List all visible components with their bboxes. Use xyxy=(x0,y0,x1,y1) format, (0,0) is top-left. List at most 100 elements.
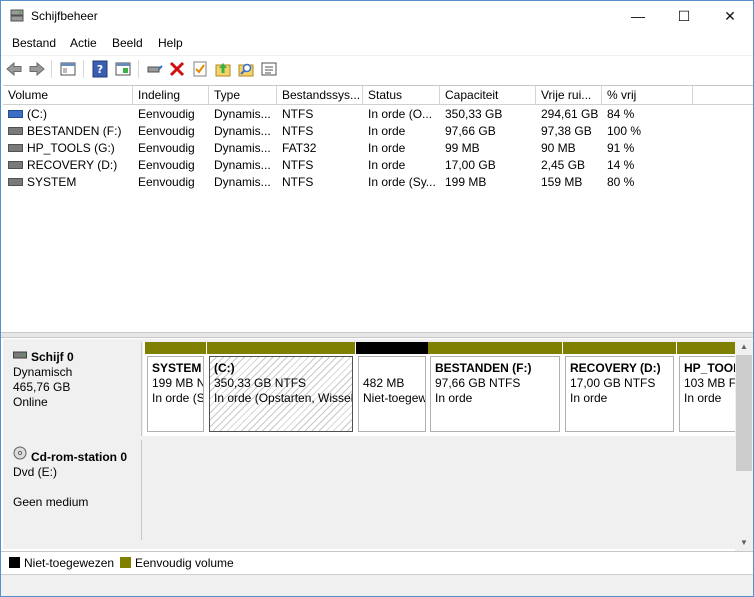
minimize-button[interactable]: — xyxy=(615,1,661,31)
partition-unallocated[interactable]: 482 MB Niet-toegewezen xyxy=(356,342,428,434)
filesystem-cell: NTFS xyxy=(282,175,314,189)
column-header-volume[interactable]: Volume xyxy=(3,86,133,104)
partition-name: RECOVERY (D:) xyxy=(570,361,661,375)
pane-splitter[interactable] xyxy=(1,332,753,338)
partition-bestanden[interactable]: BESTANDEN (F:) 97,66 GB NTFS In orde xyxy=(428,342,562,434)
cdrom-0-label[interactable]: Cd-rom-station 0 Dvd (E:) Geen medium xyxy=(5,440,142,540)
cdrom-0-state: Geen medium xyxy=(13,495,89,509)
filesystem-cell: NTFS xyxy=(282,124,314,138)
partition-c[interactable]: (C:) 350,33 GB NTFS In orde (Opstarten, … xyxy=(207,342,355,434)
volume-cell: SYSTEM xyxy=(3,174,133,191)
capacity-cell: 350,33 GB xyxy=(445,107,503,121)
table-row[interactable]: BESTANDEN (F:) Eenvoudig Dynamis... NTFS… xyxy=(3,123,753,140)
legend-swatch xyxy=(9,557,20,569)
menu-actie[interactable]: Actie xyxy=(70,36,97,50)
folder-up-icon[interactable] xyxy=(214,60,232,78)
connect-icon[interactable] xyxy=(146,60,164,78)
partition-system[interactable]: SYSTEM 199 MB NTFS In orde (Systeem xyxy=(145,342,206,434)
legend-bar: Niet-toegewezen Eenvoudig volume xyxy=(1,551,753,574)
partition-box: SYSTEM 199 MB NTFS In orde (Systeem xyxy=(147,356,204,432)
cdrom-0-name: Cd-rom-station 0 xyxy=(31,450,127,464)
column-header-capaciteit[interactable]: Capaciteit xyxy=(440,86,536,104)
partition-bar xyxy=(145,342,206,354)
list-icon[interactable] xyxy=(260,60,278,78)
menu-beeld[interactable]: Beeld xyxy=(112,36,143,50)
partition-box: 482 MB Niet-toegewezen xyxy=(358,356,426,432)
partition-name: HP_TOOLS (G:) xyxy=(684,361,735,375)
menu-help[interactable]: Help xyxy=(158,36,183,50)
table-row[interactable]: RECOVERY (D:) Eenvoudig Dynamis... NTFS … xyxy=(3,157,753,174)
partition-status: Niet-toegewezen xyxy=(363,391,426,405)
capacity-cell: 199 MB xyxy=(445,175,487,189)
legend-label: Niet-toegewezen xyxy=(24,556,115,570)
properties-icon[interactable] xyxy=(114,60,132,78)
help-icon[interactable]: ? xyxy=(91,60,109,78)
volume-name: SYSTEM xyxy=(27,175,77,189)
partition-bar xyxy=(677,342,735,354)
close-button[interactable]: ✕ xyxy=(707,1,753,31)
scroll-down-button[interactable]: ▼ xyxy=(735,535,753,551)
free-space-cell: 2,45 GB xyxy=(541,158,586,172)
disk-0-size: 465,76 GB xyxy=(13,380,71,394)
find-icon[interactable] xyxy=(237,60,255,78)
status-cell: In orde xyxy=(368,141,406,155)
graphical-view-scrollbar[interactable]: ▲ ▼ xyxy=(735,339,753,551)
svg-text:?: ? xyxy=(97,63,103,76)
volume-list[interactable]: Volume Indeling Type Bestandssys... Stat… xyxy=(3,85,753,332)
menu-bestand[interactable]: Bestand xyxy=(12,36,56,50)
console-tree-icon[interactable] xyxy=(59,60,77,78)
percent-free-cell: 91 % xyxy=(607,141,635,155)
volume-list-header: Volume Indeling Type Bestandssys... Stat… xyxy=(3,86,753,105)
status-cell: In orde (Sy... xyxy=(368,175,436,189)
capacity-cell: 17,00 GB xyxy=(445,158,496,172)
table-row[interactable]: HP_TOOLS (G:) Eenvoudig Dynamis... FAT32… xyxy=(3,140,753,157)
scroll-up-button[interactable]: ▲ xyxy=(735,339,753,355)
back-icon[interactable] xyxy=(5,60,23,78)
disk-management-icon xyxy=(10,9,24,22)
percent-free-cell: 84 % xyxy=(607,107,635,121)
partition-hp-tools[interactable]: HP_TOOLS (G:) 103 MB FAT32 In orde xyxy=(677,342,735,434)
type-cell: Dynamis... xyxy=(214,107,271,121)
check-icon[interactable] xyxy=(191,60,209,78)
free-space-cell: 97,38 GB xyxy=(541,124,592,138)
partition-name: BESTANDEN (F:) xyxy=(435,361,532,375)
forward-icon[interactable] xyxy=(28,60,46,78)
toolbar-separator xyxy=(83,60,84,78)
disk-0-name: Schijf 0 xyxy=(31,350,74,364)
partition-recovery[interactable]: RECOVERY (D:) 17,00 GB NTFS In orde xyxy=(563,342,676,434)
partition-size: 103 MB FAT32 xyxy=(684,376,735,390)
partition-status: In orde xyxy=(684,391,722,405)
drive-icon xyxy=(8,160,23,169)
disk-0-type: Dynamisch xyxy=(13,365,73,379)
delete-icon[interactable] xyxy=(168,60,186,78)
maximize-button[interactable]: ☐ xyxy=(661,1,707,31)
partition-bar xyxy=(356,342,428,354)
partition-box: RECOVERY (D:) 17,00 GB NTFS In orde xyxy=(565,356,674,432)
legend-unallocated: Niet-toegewezen xyxy=(9,556,114,570)
percent-free-cell: 100 % xyxy=(607,124,642,138)
partition-size: 17,00 GB NTFS xyxy=(570,376,656,390)
volume-cell: BESTANDEN (F:) xyxy=(3,123,133,140)
cdrom-0-area xyxy=(143,440,735,540)
window-title: Schijfbeheer xyxy=(31,9,98,23)
column-header-bestandssysteem[interactable]: Bestandssys... xyxy=(277,86,363,104)
cdrom-icon xyxy=(13,446,27,460)
partition-bar xyxy=(207,342,355,354)
filesystem-cell: NTFS xyxy=(282,158,314,172)
disk-0-state: Online xyxy=(13,395,48,409)
column-header-procent-vrij[interactable]: % vrij xyxy=(602,86,693,104)
partition-name: (C:) xyxy=(214,361,235,375)
column-header-type[interactable]: Type xyxy=(209,86,277,104)
volume-name: RECOVERY (D:) xyxy=(27,158,118,172)
column-header-status[interactable]: Status xyxy=(363,86,440,104)
column-header-indeling[interactable]: Indeling xyxy=(133,86,209,104)
disk-0-label[interactable]: Schijf 0 Dynamisch 465,76 GB Online xyxy=(5,342,142,436)
type-cell: Dynamis... xyxy=(214,124,271,138)
type-cell: Dynamis... xyxy=(214,175,271,189)
percent-free-cell: 14 % xyxy=(607,158,635,172)
table-row[interactable]: (C:) Eenvoudig Dynamis... NTFS In orde (… xyxy=(3,106,753,123)
scroll-thumb[interactable] xyxy=(736,355,752,471)
column-header-vrije-ruimte[interactable]: Vrije rui... xyxy=(536,86,602,104)
table-row[interactable]: SYSTEM Eenvoudig Dynamis... NTFS In orde… xyxy=(3,174,753,191)
drive-icon xyxy=(8,126,23,135)
